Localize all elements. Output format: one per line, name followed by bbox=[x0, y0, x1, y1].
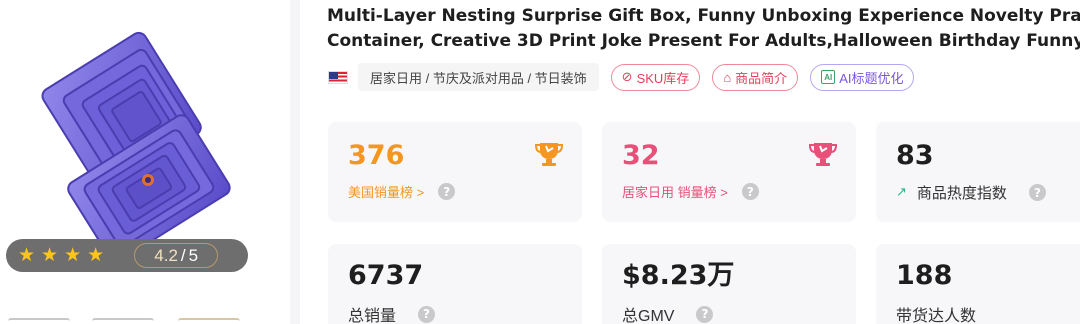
ai-title-optimize-label: AI标题优化 bbox=[839, 70, 904, 86]
panel-divider bbox=[290, 0, 300, 324]
us-flag-icon bbox=[328, 70, 348, 84]
category-breadcrumb: 居家日用 / 节庆及派对用品 / 节日装饰 bbox=[358, 63, 599, 91]
total-sales-value: 6737 bbox=[348, 260, 424, 291]
trophy-icon bbox=[534, 143, 564, 166]
sku-stock-button[interactable]: ⊘ SKU库存 bbox=[610, 63, 701, 91]
rating-bar: ★ ★ ★ ★ 4.2 / 5 bbox=[6, 239, 248, 272]
product-intro-button[interactable]: ⌂ 商品简介 bbox=[712, 63, 799, 91]
product-image-panel: ★ ★ ★ ★ 4.2 / 5 bbox=[0, 0, 290, 324]
category-sales-rank-label: 居家日用 销量榜 > bbox=[622, 185, 728, 200]
influencer-count-card: 188 带货达人数 bbox=[876, 244, 1080, 324]
trend-up-icon: ↗ bbox=[896, 185, 907, 200]
product-intro-label: 商品简介 bbox=[735, 70, 788, 86]
thumbnail[interactable] bbox=[8, 318, 70, 324]
product-title-line: Multi-Layer Nesting Surprise Gift Box, F… bbox=[327, 6, 1080, 26]
total-gmv-row: 总GMV ? bbox=[622, 302, 714, 324]
star-icon: ★ bbox=[64, 244, 82, 266]
product-image[interactable] bbox=[40, 20, 240, 260]
sku-stock-label: SKU库存 bbox=[636, 70, 690, 86]
total-sales-label: 总销量 bbox=[348, 308, 397, 324]
category-sales-rank-link[interactable]: 居家日用 销量榜 > ? bbox=[622, 182, 759, 201]
bag-icon: ⌂ bbox=[723, 69, 732, 85]
thumbnail[interactable] bbox=[178, 318, 240, 324]
heat-index-row: ↗ 商品热度指数 ? bbox=[896, 182, 1046, 203]
help-icon[interactable]: ? bbox=[418, 305, 436, 323]
us-sales-rank-link[interactable]: 美国销量榜 > ? bbox=[348, 182, 456, 201]
meta-row: 居家日用 / 节庆及派对用品 / 节日装饰 ⊘ SKU库存 ⌂ 商品简介 AI … bbox=[328, 63, 915, 91]
star-rating: ★ ★ ★ ★ bbox=[18, 246, 104, 265]
product-info: Multi-Layer Nesting Surprise Gift Box, F… bbox=[300, 0, 1080, 324]
heat-index-value: 83 bbox=[896, 140, 934, 171]
influencer-count-label: 带货达人数 bbox=[896, 308, 977, 324]
rating-score: 4.2 / 5 bbox=[134, 243, 219, 268]
total-gmv-label: 总GMV bbox=[622, 308, 675, 324]
us-sales-rank-label: 美国销量榜 > bbox=[348, 185, 425, 200]
influencer-count-value: 188 bbox=[896, 260, 953, 291]
thumbnail[interactable] bbox=[92, 318, 154, 324]
rating-value: 4.2 bbox=[154, 245, 178, 265]
influencer-count-row: 带货达人数 bbox=[896, 302, 976, 324]
star-icon: ★ bbox=[87, 244, 105, 266]
help-icon[interactable]: ? bbox=[741, 183, 759, 200]
heat-index-label: 商品热度指数 bbox=[916, 185, 1007, 202]
rating-max: 5 bbox=[188, 245, 199, 265]
ai-title-optimize-button[interactable]: AI AI标题优化 bbox=[810, 63, 915, 91]
heat-index-card: 83 ↗ 商品热度指数 ? bbox=[876, 122, 1080, 222]
star-icon: ★ bbox=[41, 244, 59, 266]
thumbnail-strip bbox=[0, 318, 290, 324]
category-sales-rank-card: 32 居家日用 销量榜 > ? bbox=[602, 122, 856, 222]
category-sales-rank-value: 32 bbox=[622, 140, 660, 171]
us-sales-rank-card: 376 美国销量榜 > ? bbox=[328, 122, 582, 222]
help-icon[interactable]: ? bbox=[1028, 184, 1046, 201]
total-sales-row: 总销量 ? bbox=[348, 302, 436, 324]
star-icon: ★ bbox=[18, 244, 36, 266]
tag-icon: ⊘ bbox=[621, 69, 633, 84]
help-icon[interactable]: ? bbox=[696, 305, 714, 323]
ai-icon: AI bbox=[821, 70, 836, 84]
us-sales-rank-value: 376 bbox=[348, 140, 405, 171]
total-gmv-card: $8.23万 总GMV ? bbox=[602, 244, 856, 324]
help-icon[interactable]: ? bbox=[438, 183, 456, 200]
total-sales-card: 6737 总销量 ? bbox=[328, 244, 582, 324]
rating-separator: / bbox=[180, 245, 186, 265]
product-title[interactable]: Multi-Layer Nesting Surprise Gift Box, F… bbox=[327, 4, 1080, 54]
product-title-line: Container, Creative 3D Print Joke Presen… bbox=[327, 31, 1080, 51]
trophy-icon bbox=[808, 143, 838, 166]
total-gmv-value: $8.23万 bbox=[622, 260, 735, 291]
